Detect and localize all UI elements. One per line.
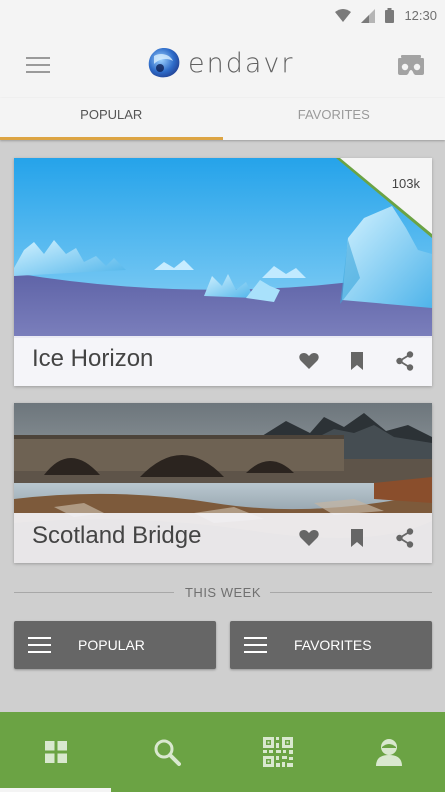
status-time: 12:30 — [404, 8, 437, 23]
section-divider: THIS WEEK — [14, 582, 432, 602]
vr-headset-icon — [398, 55, 424, 75]
this-week-popular-button[interactable]: POPULAR — [14, 621, 216, 669]
card-title: Scotland Bridge — [32, 522, 202, 549]
tab-bar: POPULAR FAVORITES — [0, 98, 445, 140]
views-count: 103k — [391, 176, 420, 191]
this-week-favorites-button[interactable]: FAVORITES — [230, 621, 432, 669]
share-button[interactable] — [392, 348, 418, 374]
content-card-scotland-bridge[interactable]: Scotland Bridge — [14, 403, 432, 563]
vr-headset-button[interactable] — [397, 54, 425, 80]
wifi-icon — [335, 8, 352, 22]
content-card-ice-horizon[interactable]: 103k Ice Horizon — [14, 158, 432, 386]
card-footer: Ice Horizon — [14, 336, 432, 386]
tab-popular[interactable]: POPULAR — [0, 98, 223, 140]
brand-name: endavr — [188, 47, 295, 79]
tab-favorites[interactable]: FAVORITES — [223, 98, 445, 140]
share-icon — [396, 351, 414, 371]
heart-icon — [299, 530, 319, 546]
list-icon — [244, 637, 267, 658]
status-bar: 12:30 — [0, 0, 445, 34]
active-nav-indicator — [0, 788, 111, 792]
list-icon — [28, 637, 51, 658]
app-bar: endavr — [0, 34, 445, 98]
card-footer: Scotland Bridge — [14, 513, 432, 563]
app-logo: endavr — [146, 46, 295, 80]
bookmark-button[interactable] — [344, 525, 370, 551]
battery-icon — [385, 8, 395, 23]
heart-icon — [299, 353, 319, 369]
profile-icon — [375, 739, 402, 766]
qr-code-icon — [262, 737, 293, 767]
bookmark-button[interactable] — [344, 348, 370, 374]
bottom-navigation — [0, 712, 445, 792]
bookmark-icon — [351, 529, 363, 547]
nav-search[interactable] — [111, 712, 222, 792]
nav-home[interactable] — [0, 712, 111, 792]
share-button[interactable] — [392, 525, 418, 551]
section-label: THIS WEEK — [184, 585, 261, 600]
button-label: POPULAR — [78, 637, 145, 653]
search-icon — [154, 739, 181, 766]
card-title: Ice Horizon — [32, 345, 154, 372]
like-button[interactable] — [296, 348, 322, 374]
nav-qr-scanner[interactable] — [222, 712, 333, 792]
menu-icon — [26, 57, 50, 59]
signal-icon — [361, 8, 376, 23]
button-label: FAVORITES — [294, 637, 372, 653]
share-icon — [396, 528, 414, 548]
bookmark-icon — [351, 352, 363, 370]
grid-icon — [44, 741, 67, 763]
like-button[interactable] — [296, 525, 322, 551]
nav-profile[interactable] — [333, 712, 444, 792]
logo-icon — [148, 48, 180, 78]
menu-button[interactable] — [26, 57, 50, 75]
